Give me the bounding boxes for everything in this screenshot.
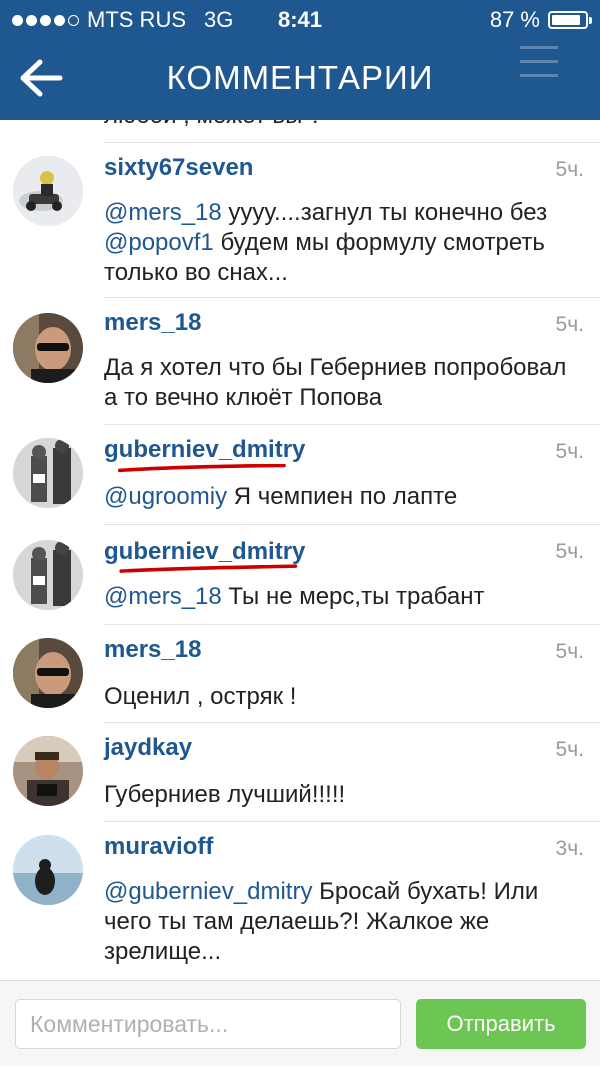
partial-comment-text: любой , может вы ?: [104, 120, 322, 130]
red-underline-annotation: [117, 464, 286, 473]
comment-text: Да я хотел что бы Геберниев попробовал а…: [104, 353, 584, 413]
send-button[interactable]: Отправить: [416, 999, 586, 1049]
comment-item: guberniev_dmitry 5ч. @mers_18 Ты не мерс…: [0, 524, 600, 624]
nav-bar: КОММЕНТАРИИ: [0, 40, 600, 120]
comment-username[interactable]: muravioff: [104, 833, 213, 861]
comment-username[interactable]: guberniev_dmitry: [104, 538, 305, 566]
comment-text: Губерниев лучший!!!!!: [104, 780, 584, 810]
comment-time: 5ч.: [555, 738, 584, 761]
comment-time: 5ч.: [555, 640, 584, 663]
status-bar: MTS RUS 3G 8:41 87 %: [0, 0, 600, 40]
comment-item: guberniev_dmitry 5ч. @ugroomiy Я чемпиен…: [0, 424, 600, 524]
comment-username[interactable]: mers_18: [104, 636, 201, 664]
comment-text: @ugroomiy Я чемпиен по лапте: [104, 482, 584, 512]
battery-icon: [548, 11, 592, 29]
comment-item: sixty67seven 5ч. @mers_18 уууу....загнул…: [0, 142, 600, 297]
comment-text: Оценил , остряк !: [104, 682, 584, 712]
comment-time: 5ч.: [555, 158, 584, 181]
comment-text-part: Да я хотел что бы Геберниев попробовал а…: [104, 354, 567, 411]
comment-username[interactable]: jaydkay: [104, 734, 192, 762]
mention-link[interactable]: @ugroomiy: [104, 483, 227, 510]
mention-link[interactable]: @popovf1: [104, 229, 214, 256]
comment-text-part: Губерниев лучший!!!!!: [104, 781, 346, 808]
comment-username[interactable]: mers_18: [104, 309, 201, 337]
comment-text-part: уууу....загнул ты конечно без: [221, 199, 548, 226]
mention-link[interactable]: @guberniev_dmitry: [104, 878, 312, 905]
comment-time: 5ч.: [555, 540, 584, 563]
comment-text: @mers_18 уууу....загнул ты конечно без @…: [104, 198, 584, 288]
comment-item: mers_18 5ч. Да я хотел что бы Геберниев …: [0, 297, 600, 424]
comment-username[interactable]: guberniev_dmitry: [104, 436, 305, 464]
app-header: MTS RUS 3G 8:41 87 % КОММЕНТАРИИ: [0, 0, 600, 120]
avatar[interactable]: [13, 835, 83, 905]
page-title: КОММЕНТАРИИ: [166, 59, 434, 96]
mention-link[interactable]: @mers_18: [104, 199, 222, 226]
comment-time: 5ч.: [555, 440, 584, 463]
comment-input-bar: Отправить: [0, 980, 600, 1066]
comment-time: 3ч.: [555, 837, 584, 860]
comment-item: muravioff 3ч. @guberniev_dmitry Бросай б…: [0, 821, 600, 979]
comment-item: mers_18 5ч. Оценил , остряк !: [0, 624, 600, 722]
comments-list[interactable]: любой , может вы ? sixty67seven 5ч. @mer…: [0, 120, 600, 980]
comment-time: 5ч.: [555, 313, 584, 336]
avatar[interactable]: [13, 438, 83, 508]
comment-text: @mers_18 Ты не мерс,ты трабант: [104, 582, 584, 612]
comment-text-part: Оценил , остряк !: [104, 683, 297, 710]
avatar[interactable]: [13, 156, 83, 226]
avatar[interactable]: [13, 313, 83, 383]
comment-text-part: Я чемпиен по лапте: [227, 483, 458, 510]
avatar[interactable]: [13, 540, 83, 610]
comment-item: jaydkay 5ч. Губерниев лучший!!!!!: [0, 722, 600, 821]
comment-input[interactable]: [15, 999, 401, 1049]
comment-text-part: Ты не мерс,ты трабант: [221, 583, 485, 610]
hamburger-menu-icon[interactable]: [520, 46, 558, 80]
comment-username[interactable]: sixty67seven: [104, 154, 253, 182]
avatar[interactable]: [13, 736, 83, 806]
red-underline-annotation: [119, 564, 298, 573]
mention-link[interactable]: @mers_18: [104, 583, 222, 610]
avatar[interactable]: [13, 638, 83, 708]
back-button[interactable]: [18, 58, 68, 98]
battery-fill: [552, 15, 580, 25]
comment-text: @guberniev_dmitry Бросай бухать! Или чег…: [104, 877, 584, 967]
status-right: 87 %: [489, 0, 592, 40]
battery-percent: 87 %: [489, 7, 540, 32]
arrow-left-icon: [20, 59, 63, 97]
